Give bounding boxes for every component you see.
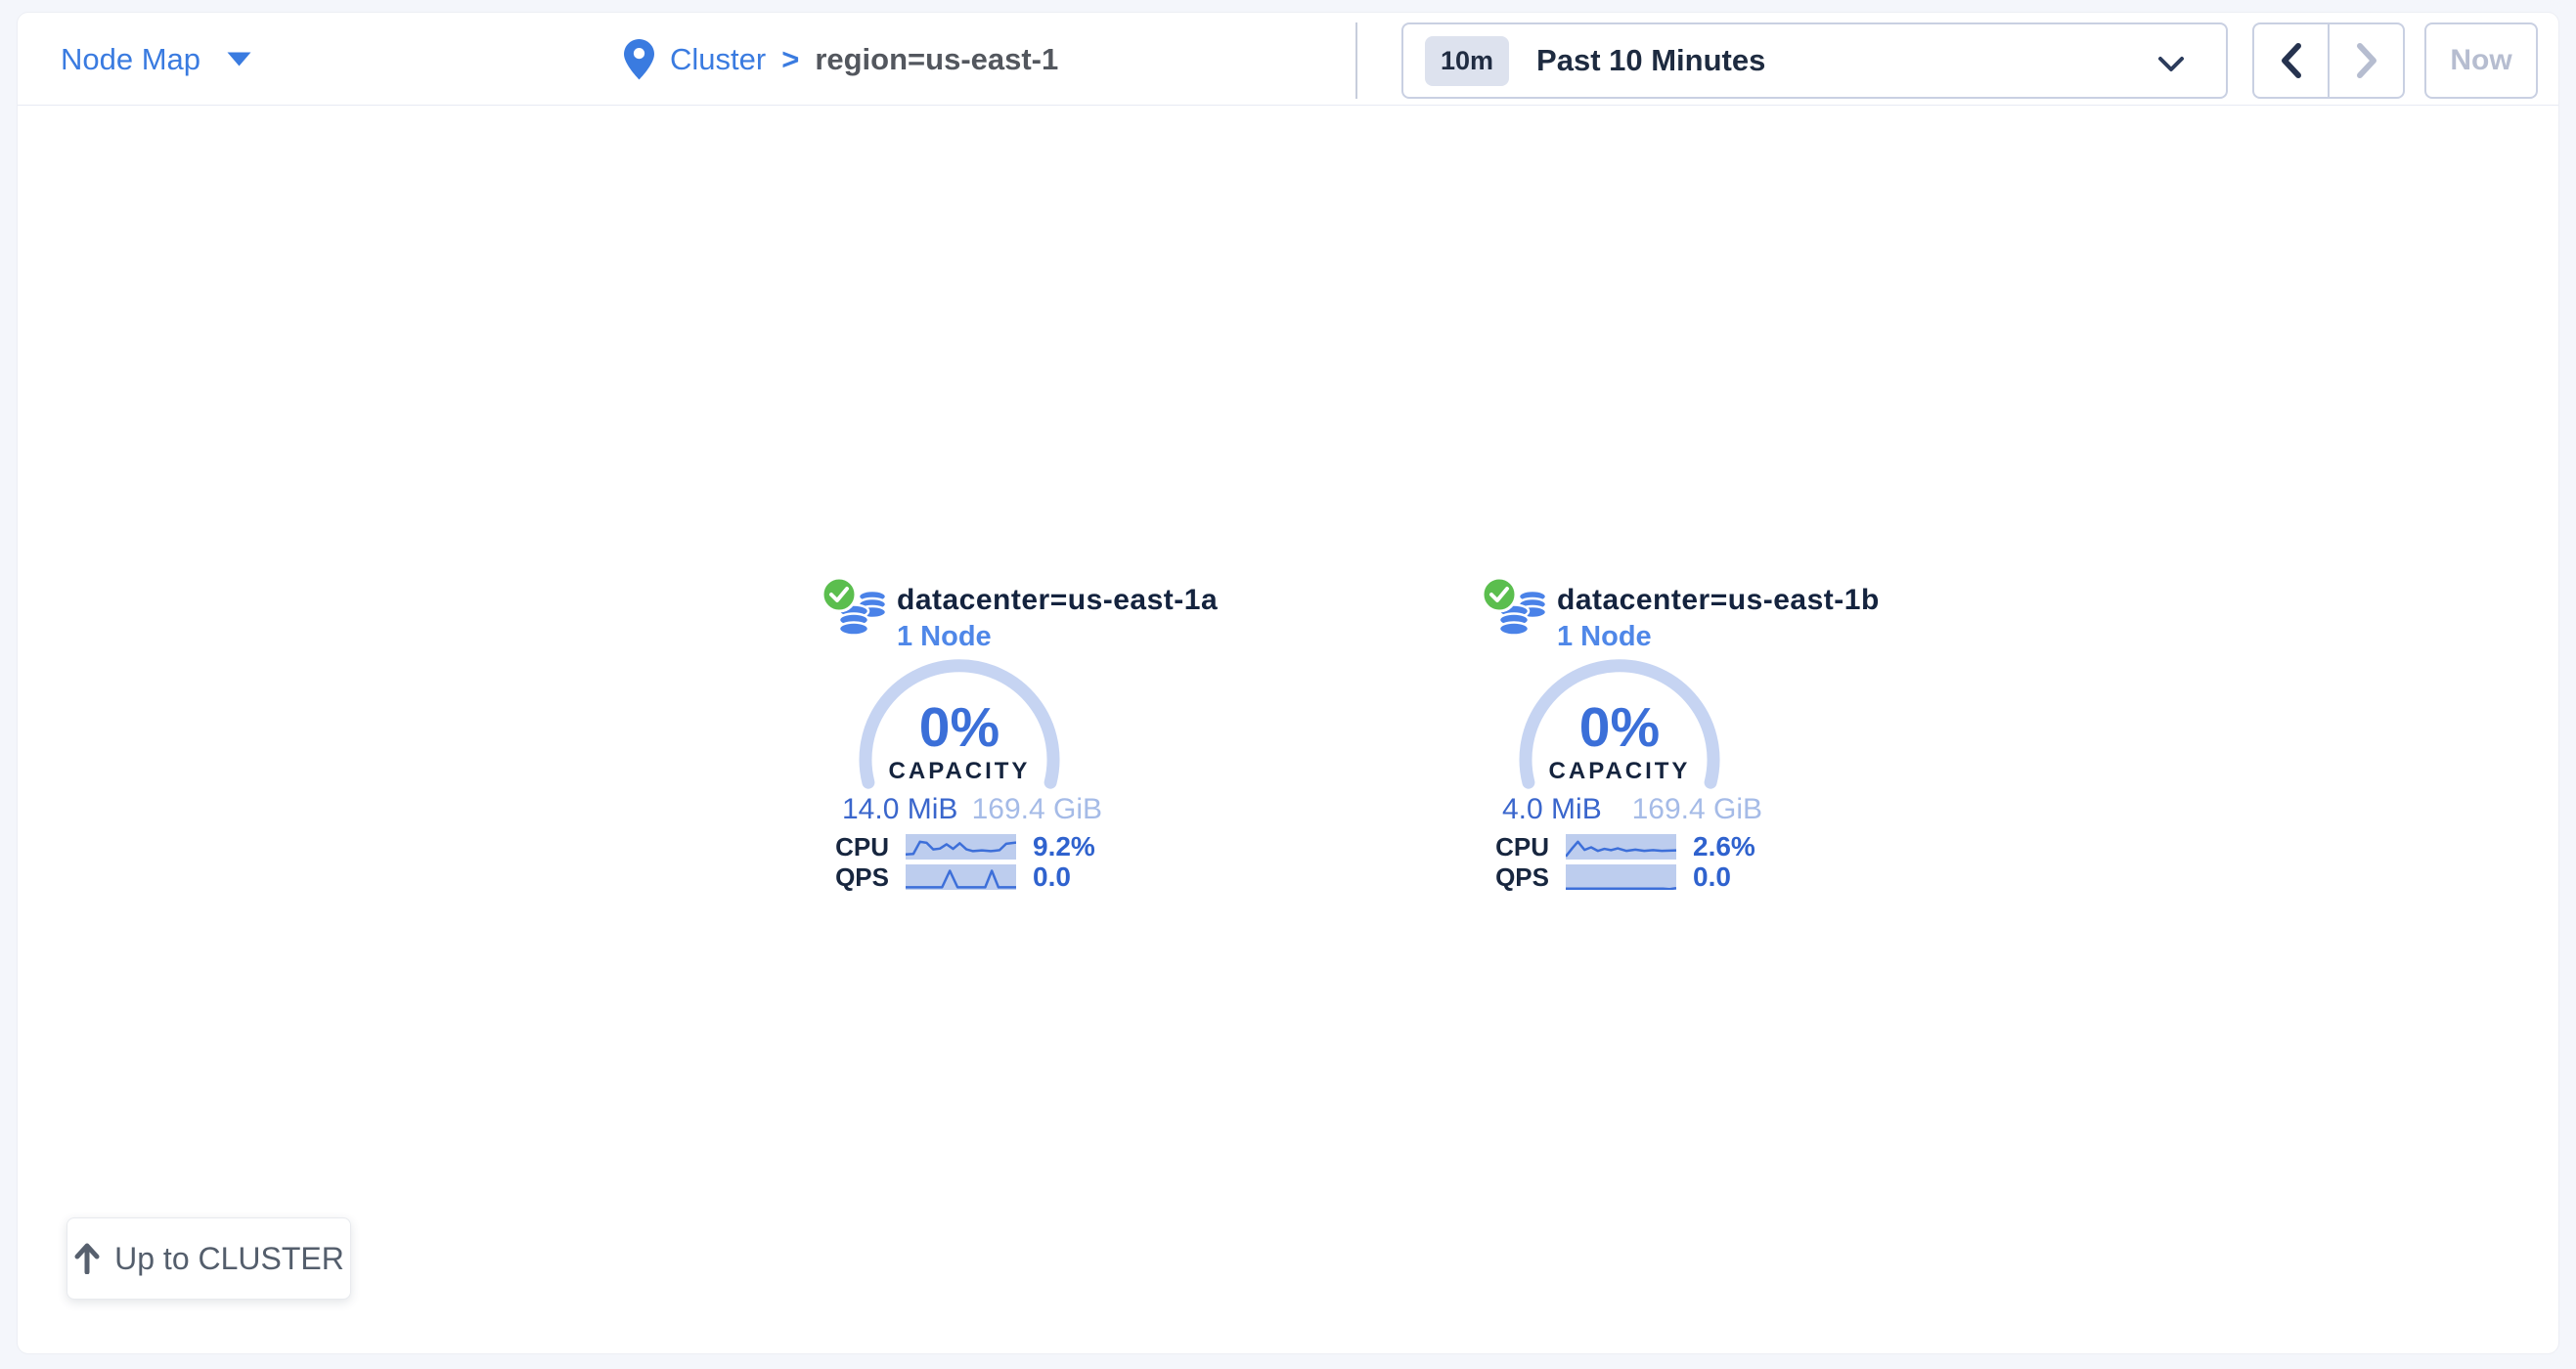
cpu-value: 9.2% xyxy=(1033,833,1095,861)
capacity-values: 14.0 MiB 169.4 GiB xyxy=(842,793,1102,826)
qps-value: 0.0 xyxy=(1693,863,1731,891)
up-to-cluster-button[interactable]: Up to CLUSTER xyxy=(67,1217,351,1300)
capacity-total: 169.4 GiB xyxy=(1632,793,1762,826)
capacity-percent: 0% xyxy=(1483,695,1756,760)
arrow-up-icon xyxy=(73,1243,101,1274)
time-range-badge: 10m xyxy=(1425,36,1509,86)
time-next-button[interactable] xyxy=(2328,24,2403,97)
chevron-left-icon xyxy=(2281,43,2302,78)
qps-metric-row: QPS 0.0 xyxy=(822,863,1155,891)
locality-card-us-east-1b[interactable]: datacenter=us-east-1b 1 Node 0% CAPACITY… xyxy=(1483,576,1821,901)
locality-title: datacenter=us-east-1b xyxy=(1557,584,1880,617)
chevron-right-icon xyxy=(2356,43,2377,78)
cpu-metric-row: CPU 9.2% xyxy=(822,833,1155,861)
locality-title: datacenter=us-east-1a xyxy=(897,584,1218,617)
view-selector-dropdown[interactable]: Node Map xyxy=(61,13,252,106)
time-range-dropdown[interactable]: 10m Past 10 Minutes xyxy=(1401,22,2228,99)
locality-node-count: 1 Node xyxy=(897,621,992,653)
now-button[interactable]: Now xyxy=(2424,22,2538,99)
header-divider xyxy=(1355,22,1357,99)
breadcrumb-cluster-link[interactable]: Cluster xyxy=(670,42,766,77)
qps-label: QPS xyxy=(822,863,889,891)
view-selector-label: Node Map xyxy=(61,42,200,77)
cpu-value: 2.6% xyxy=(1693,833,1755,861)
caret-down-icon xyxy=(226,51,252,67)
locality-node-count: 1 Node xyxy=(1557,621,1652,653)
location-pin-icon xyxy=(624,39,654,80)
header-bar: Node Map Cluster > region=us-east-1 10m … xyxy=(18,13,2558,106)
time-prev-button[interactable] xyxy=(2254,24,2328,97)
up-to-cluster-label: Up to CLUSTER xyxy=(114,1241,344,1277)
capacity-label: CAPACITY xyxy=(1483,758,1756,785)
cpu-sparkline xyxy=(906,834,1016,860)
breadcrumb: Cluster > region=us-east-1 xyxy=(624,13,1058,106)
time-range-label: Past 10 Minutes xyxy=(1536,43,1765,78)
node-map-panel: Node Map Cluster > region=us-east-1 10m … xyxy=(17,12,2559,1354)
capacity-used: 4.0 MiB xyxy=(1502,793,1602,826)
cpu-sparkline xyxy=(1566,834,1676,860)
cpu-metric-row: CPU 2.6% xyxy=(1483,833,1815,861)
capacity-used: 14.0 MiB xyxy=(842,793,957,826)
chevron-down-icon xyxy=(2157,56,2185,72)
check-circle-icon xyxy=(821,576,858,613)
breadcrumb-separator: > xyxy=(781,42,799,77)
capacity-values: 4.0 MiB 169.4 GiB xyxy=(1502,793,1762,826)
capacity-label: CAPACITY xyxy=(822,758,1096,785)
qps-sparkline xyxy=(1566,864,1676,890)
qps-metric-row: QPS 0.0 xyxy=(1483,863,1815,891)
cpu-label: CPU xyxy=(1483,833,1549,861)
locality-card-us-east-1a[interactable]: datacenter=us-east-1a 1 Node 0% CAPACITY… xyxy=(822,576,1161,901)
check-circle-icon xyxy=(1481,576,1518,613)
capacity-percent: 0% xyxy=(822,695,1096,760)
cpu-label: CPU xyxy=(822,833,889,861)
breadcrumb-current-location: region=us-east-1 xyxy=(815,42,1058,77)
qps-sparkline xyxy=(906,864,1016,890)
capacity-total: 169.4 GiB xyxy=(972,793,1102,826)
qps-value: 0.0 xyxy=(1033,863,1071,891)
time-pager xyxy=(2252,22,2405,99)
qps-label: QPS xyxy=(1483,863,1549,891)
